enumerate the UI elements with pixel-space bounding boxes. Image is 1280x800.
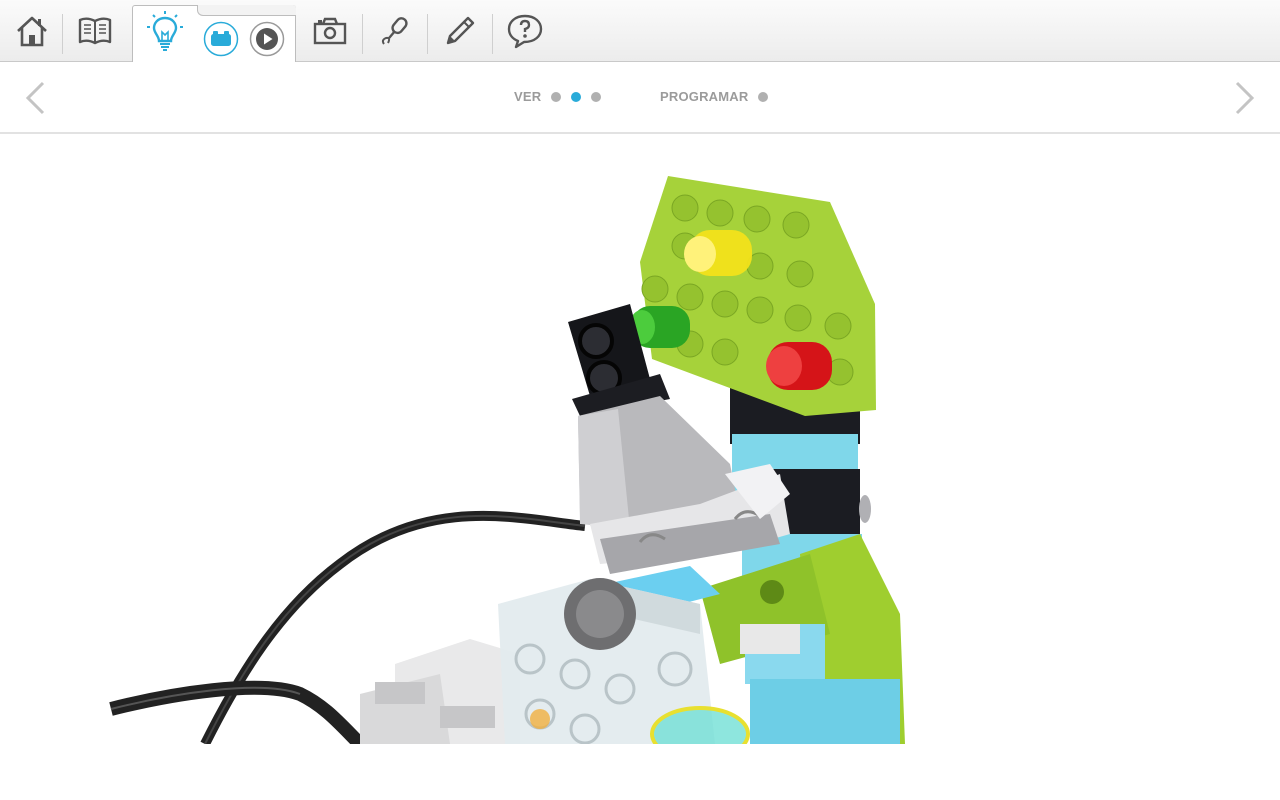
step-dot-active[interactable] bbox=[571, 91, 582, 102]
book-icon bbox=[78, 17, 112, 45]
chevron-left-icon bbox=[25, 81, 45, 115]
step-navigation: VER PROGRAMAR bbox=[0, 62, 1280, 134]
build-button[interactable] bbox=[203, 21, 239, 62]
pencil-icon bbox=[446, 16, 475, 45]
chevron-right-icon bbox=[1235, 81, 1255, 115]
step-dot[interactable] bbox=[551, 91, 562, 102]
step-programar[interactable]: PROGRAMAR bbox=[660, 89, 769, 104]
write-button[interactable] bbox=[436, 8, 484, 54]
step-programar-label: PROGRAMAR bbox=[660, 89, 749, 104]
lego-model-image bbox=[0, 134, 1280, 744]
play-icon bbox=[249, 21, 285, 57]
top-toolbar bbox=[0, 0, 1280, 63]
microphone-icon bbox=[381, 17, 408, 45]
toolbar-divider bbox=[427, 14, 428, 54]
step-dot[interactable] bbox=[591, 91, 602, 102]
next-button[interactable] bbox=[1230, 80, 1260, 116]
idea-button[interactable] bbox=[145, 10, 185, 57]
play-button[interactable] bbox=[249, 21, 285, 62]
camera-button[interactable] bbox=[306, 8, 354, 54]
step-dot[interactable] bbox=[758, 91, 769, 102]
brick-icon bbox=[203, 21, 239, 57]
step-ver[interactable]: VER bbox=[514, 89, 602, 104]
help-icon bbox=[507, 14, 543, 49]
book-button[interactable] bbox=[71, 8, 119, 54]
help-button[interactable] bbox=[501, 8, 549, 54]
record-button[interactable] bbox=[371, 8, 419, 54]
previous-button[interactable] bbox=[20, 80, 50, 116]
step-ver-label: VER bbox=[514, 89, 542, 104]
camera-icon bbox=[313, 17, 347, 45]
home-button[interactable] bbox=[8, 8, 56, 54]
lightbulb-icon bbox=[147, 11, 183, 51]
home-icon bbox=[17, 16, 47, 47]
toolbar-divider bbox=[62, 14, 63, 54]
idea-tab[interactable] bbox=[132, 5, 296, 63]
toolbar-divider bbox=[362, 14, 363, 54]
tab-notch bbox=[197, 5, 296, 16]
toolbar-divider bbox=[492, 14, 493, 54]
